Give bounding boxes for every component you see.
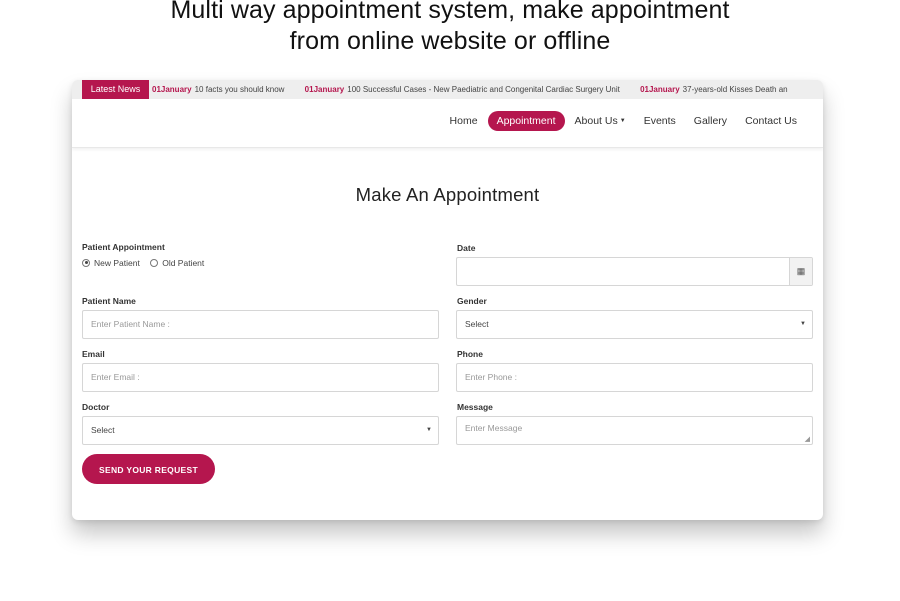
date-input[interactable]: ▦	[456, 257, 813, 286]
ticker-item[interactable]: 01January 37-years-old Kisses Death an	[640, 80, 788, 99]
nav-home[interactable]: Home	[442, 111, 486, 131]
message-textarea[interactable]: Enter Message ◢	[456, 416, 813, 445]
headline-line-2: from online website or offline	[289, 27, 611, 55]
calendar-icon[interactable]: ▦	[789, 258, 812, 285]
message-placeholder: Enter Message	[465, 423, 523, 433]
gender-label: Gender	[457, 296, 487, 306]
new-patient-label: New Patient	[94, 258, 140, 268]
nav-contact-us[interactable]: Contact Us	[737, 111, 805, 131]
old-patient-label: Old Patient	[162, 258, 205, 268]
ticker-item[interactable]: 01January 10 facts you should know	[152, 80, 284, 99]
email-label: Email	[82, 349, 105, 359]
nav-appointment[interactable]: Appointment	[487, 111, 565, 131]
ticker-text: 10 facts you should know	[194, 85, 285, 94]
ticker-item[interactable]: 01January 100 Successful Cases - New Paed…	[305, 80, 620, 99]
email-input[interactable]: Enter Email :	[82, 363, 439, 392]
ticker-date: 01January	[152, 85, 192, 94]
nav-events[interactable]: Events	[636, 111, 684, 131]
ticker-text: 37-years-old Kisses Death an	[682, 85, 788, 94]
old-patient-radio[interactable]	[150, 258, 159, 267]
chevron-down-icon: ▼	[800, 321, 806, 327]
headline: Multi way appointment system, make appoi…	[0, 0, 900, 57]
patient-name-label: Patient Name	[82, 296, 136, 306]
chevron-down-icon: ▼	[426, 427, 432, 433]
resize-handle-icon[interactable]: ◢	[805, 435, 810, 443]
patient-appointment-label: Patient Appointment	[82, 242, 165, 252]
phone-input[interactable]: Enter Phone :	[456, 363, 813, 392]
gender-select[interactable]: Select ▼	[456, 310, 813, 339]
phone-label: Phone	[457, 349, 483, 359]
ticker-date: 01January	[304, 85, 345, 94]
patient-type-radio-group: New Patient Old Patient	[82, 258, 212, 268]
patient-name-input[interactable]: Enter Patient Name :	[82, 310, 439, 339]
phone-placeholder: Enter Phone :	[465, 372, 517, 382]
navbar: Home Appointment About Us ▼ Events Galler…	[72, 99, 823, 148]
doctor-value: Select	[91, 425, 115, 435]
ticker-text: 100 Successful Cases - New Paediatric an…	[347, 85, 620, 94]
nav-links: Home Appointment About Us ▼ Events Galler…	[440, 111, 805, 131]
ticker-items: 01January 10 facts you should know 01Janu…	[152, 80, 806, 99]
nav-about-us[interactable]: About Us ▼	[567, 111, 634, 131]
website-screenshot: Latest News 01January 10 facts you should…	[72, 80, 823, 520]
doctor-select[interactable]: Select ▼	[82, 416, 439, 445]
gender-value: Select	[465, 319, 489, 329]
caret-down-icon: ▼	[619, 118, 626, 125]
new-patient-radio[interactable]	[82, 258, 90, 267]
date-label: Date	[457, 243, 476, 253]
message-label: Message	[457, 402, 493, 412]
headline-line-1: Multi way appointment system, make appoi…	[170, 0, 730, 24]
patient-name-placeholder: Enter Patient Name :	[91, 319, 170, 329]
email-placeholder: Enter Email :	[91, 372, 140, 382]
nav-gallery[interactable]: Gallery	[686, 111, 735, 131]
news-ticker: Latest News 01January 10 facts you should…	[72, 80, 823, 99]
form-title: Make An Appointment	[355, 184, 540, 205]
doctor-label: Doctor	[82, 402, 110, 412]
ticker-date: 01January	[640, 85, 680, 94]
latest-news-badge: Latest News	[82, 80, 149, 99]
nav-about-label: About Us	[574, 115, 618, 127]
send-request-button[interactable]: SEND YOUR REQUEST	[82, 454, 215, 484]
